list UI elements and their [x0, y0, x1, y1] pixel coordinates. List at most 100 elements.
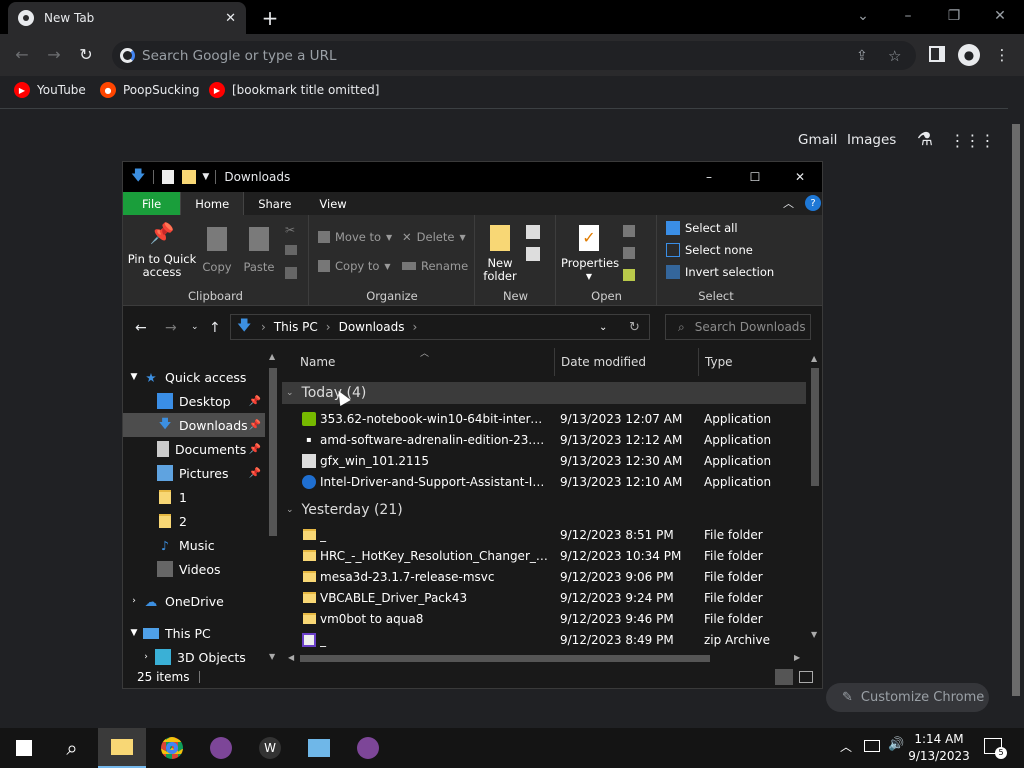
nav-item-folder-2[interactable]: 2: [123, 509, 265, 533]
nav-item-documents[interactable]: Documents 📌: [123, 437, 265, 461]
explorer-minimize-icon[interactable]: –: [699, 167, 719, 187]
copy-path-icon[interactable]: [285, 245, 297, 255]
menu-kebab-icon[interactable]: ⋮: [994, 44, 1010, 66]
open-icon[interactable]: [623, 225, 635, 237]
rename-button[interactable]: Rename: [402, 259, 468, 273]
minimize-icon[interactable]: –: [898, 6, 918, 26]
easy-access-icon[interactable]: [526, 247, 540, 261]
invert-selection-button[interactable]: Invert selection: [666, 265, 774, 279]
bookmark-youtube[interactable]: ▶ YouTube: [14, 80, 86, 100]
breadcrumb-downloads[interactable]: Downloads: [339, 320, 405, 334]
search-taskbar-button[interactable]: ⌕: [48, 728, 96, 768]
address-dropdown-icon[interactable]: ⌄: [599, 322, 607, 333]
images-link[interactable]: Images: [847, 132, 896, 148]
file-row[interactable]: _ 9/12/2023 8:51 PM File folder: [282, 524, 806, 545]
file-list-hscrollbar[interactable]: ◀ ▶: [282, 650, 806, 666]
taskbar-file-explorer[interactable]: [98, 728, 146, 768]
help-icon[interactable]: ?: [805, 195, 821, 211]
group-today[interactable]: ⌄ Today (4): [286, 382, 366, 404]
nav-forward-icon[interactable]: →: [165, 320, 177, 336]
notification-center[interactable]: 5: [984, 738, 1007, 759]
nav-this-pc[interactable]: ▼ This PC: [123, 621, 265, 645]
back-icon[interactable]: ←: [12, 44, 32, 64]
tab-home[interactable]: Home: [180, 192, 245, 215]
customize-chrome-button[interactable]: ✎ Customize Chrome: [826, 683, 989, 712]
copy-to-button[interactable]: Copy to ▼: [318, 259, 391, 273]
forward-icon[interactable]: →: [44, 44, 64, 64]
bookmark-star-icon[interactable]: ☆: [888, 47, 901, 65]
large-icons-view-icon[interactable]: [799, 671, 813, 683]
paste-shortcut-icon[interactable]: [285, 267, 297, 279]
nav-item-desktop[interactable]: Desktop 📌: [123, 389, 265, 413]
collapse-ribbon-icon[interactable]: ︿: [783, 195, 794, 211]
address-box[interactable]: 🡇 › This PC › Downloads › ⌄ ↻: [230, 314, 650, 340]
search-downloads-input[interactable]: ⌕ Search Downloads: [665, 314, 811, 340]
page-scrollbar[interactable]: [1008, 108, 1024, 728]
taskbar-app-w[interactable]: W: [246, 728, 294, 768]
nav-scrollbar[interactable]: ▲ ▼: [265, 348, 281, 666]
network-icon[interactable]: [864, 740, 880, 752]
move-to-button[interactable]: Move to ▼: [318, 230, 392, 244]
new-item-icon[interactable]: [526, 225, 540, 239]
edit-icon[interactable]: [623, 247, 635, 259]
file-row[interactable]: VBCABLE_Driver_Pack43 9/12/2023 9:24 PM Fi…: [282, 587, 806, 608]
volume-icon[interactable]: 🔊: [888, 737, 904, 752]
nav-item-music[interactable]: ♪ Music: [123, 533, 265, 557]
nav-back-icon[interactable]: ←: [135, 320, 147, 336]
taskbar-app-display[interactable]: [295, 728, 343, 768]
select-all-button[interactable]: Select all: [666, 221, 738, 235]
close-window-icon[interactable]: ✕: [990, 6, 1010, 26]
explorer-close-icon[interactable]: ✕: [790, 167, 810, 187]
gmail-link[interactable]: Gmail: [798, 132, 837, 148]
tab-file[interactable]: File: [123, 192, 181, 215]
file-row[interactable]: HRC_-_HotKey_Resolution_Changer_v2_1... 9…: [282, 545, 806, 566]
pin-quick-access-button[interactable]: 📌 Pin to Quick access: [127, 223, 197, 279]
properties-button[interactable]: ✓ Properties ▼: [561, 225, 619, 283]
restore-icon[interactable]: ❐: [944, 6, 964, 26]
taskbar-app-purple-1[interactable]: [197, 728, 245, 768]
new-folder-qat-icon[interactable]: [182, 170, 197, 184]
file-row[interactable]: gfx_win_101.2115 9/13/2023 12:30 AM Applic…: [282, 450, 806, 471]
breadcrumb-this-pc[interactable]: This PC: [274, 320, 318, 334]
share-icon[interactable]: ⇪: [856, 48, 868, 64]
explorer-maximize-icon[interactable]: ☐: [745, 167, 765, 187]
column-date[interactable]: Date modified: [555, 348, 699, 376]
nav-item-videos[interactable]: Videos: [123, 557, 265, 581]
tab-view[interactable]: View: [305, 192, 360, 215]
recent-locations-icon[interactable]: ⌄: [191, 322, 199, 332]
paste-button[interactable]: Paste: [241, 227, 277, 274]
select-none-button[interactable]: Select none: [666, 243, 753, 257]
start-button[interactable]: [0, 728, 48, 768]
quick-access-arrow-icon[interactable]: 🡇: [131, 165, 145, 189]
up-icon[interactable]: ↑: [209, 320, 221, 336]
new-folder-button[interactable]: New folder: [480, 225, 520, 283]
nav-item-folder-1[interactable]: 1: [123, 485, 265, 509]
nav-quick-access[interactable]: ▼ ★ Quick access: [123, 365, 265, 389]
bookmark-reddit[interactable]: ● PoopSucking: [100, 80, 199, 100]
copy-button[interactable]: Copy: [199, 227, 235, 274]
delete-button[interactable]: ✕ Delete ▼: [402, 230, 466, 244]
profile-avatar[interactable]: ●: [958, 44, 980, 66]
taskbar-app-purple-2[interactable]: [344, 728, 392, 768]
nav-item-downloads[interactable]: 🡇 Downloads 📌: [123, 413, 265, 437]
properties-qat-icon[interactable]: [162, 170, 175, 184]
tab-share[interactable]: Share: [244, 192, 305, 215]
column-name[interactable]: Name: [282, 348, 555, 376]
history-icon[interactable]: [623, 269, 635, 281]
file-row[interactable]: 353.62-notebook-win10-64bit-internatio..…: [282, 408, 806, 429]
column-type[interactable]: Type: [699, 348, 809, 376]
group-yesterday[interactable]: ⌄ Yesterday (21): [286, 499, 403, 521]
labs-flask-icon[interactable]: ⚗: [914, 128, 936, 150]
qat-dropdown-icon[interactable]: ▼: [202, 172, 209, 182]
file-row[interactable]: Intel-Driver-and-Support-Assistant-Insta…: [282, 471, 806, 492]
file-row[interactable]: ▪ amd-software-adrenalin-edition-23.9.1-.…: [282, 429, 806, 450]
file-row[interactable]: _ 9/12/2023 8:49 PM zip Archive: [282, 629, 806, 650]
details-view-icon[interactable]: [775, 669, 793, 685]
file-row[interactable]: mesa3d-23.1.7-release-msvc 9/12/2023 9:06…: [282, 566, 806, 587]
nav-onedrive[interactable]: › ☁ OneDrive: [123, 589, 265, 613]
nav-3d-objects[interactable]: › 3D Objects: [123, 645, 265, 666]
bookmark-third[interactable]: ▶ [bookmark title omitted]: [209, 80, 379, 100]
cut-icon[interactable]: ✂: [285, 223, 295, 237]
taskbar-chrome[interactable]: [148, 728, 196, 768]
omnibox[interactable]: Search Google or type a URL ⇪ ☆: [112, 41, 916, 70]
